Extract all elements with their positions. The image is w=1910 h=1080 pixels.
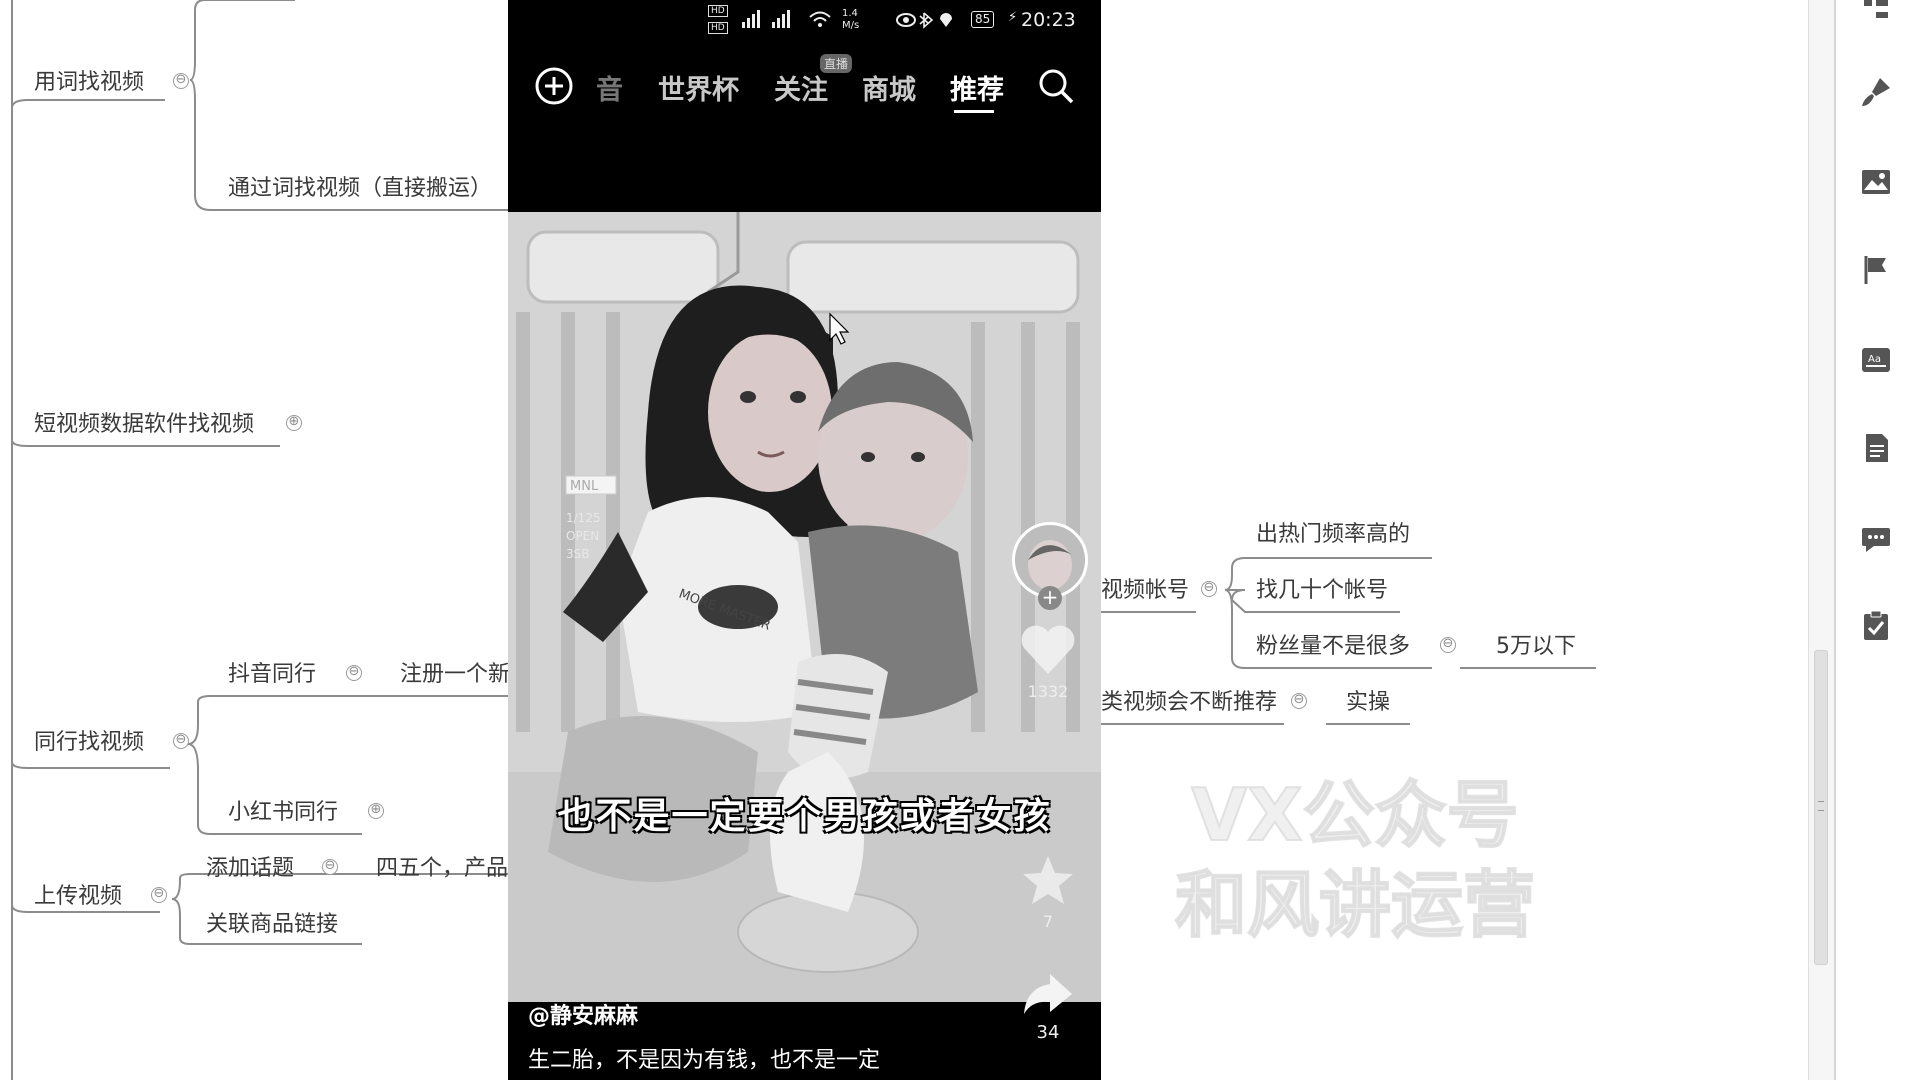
tab-worldcup[interactable]: 世界杯 bbox=[658, 68, 739, 107]
video-label-3: 3SB bbox=[566, 547, 589, 561]
image-icon[interactable] bbox=[1860, 166, 1892, 198]
node-four-five[interactable]: 四五个，产品 bbox=[376, 856, 508, 882]
comment-icon[interactable] bbox=[1860, 522, 1892, 554]
status-icons bbox=[896, 12, 952, 29]
video-label-2: OPEN bbox=[566, 529, 599, 543]
note-icon[interactable] bbox=[1860, 432, 1892, 464]
star-icon[interactable] bbox=[1020, 852, 1076, 908]
video-label-mnl: MNL bbox=[570, 479, 599, 494]
live-badge: 直播 bbox=[820, 54, 853, 73]
tab-partial[interactable]: 音 bbox=[596, 68, 623, 107]
node-peer-find[interactable]: 同行找视频 bbox=[34, 730, 144, 756]
node-practice[interactable]: 实操 bbox=[1346, 690, 1390, 716]
expand-toggle[interactable]: ⊕ bbox=[368, 803, 384, 819]
collapse-toggle[interactable]: ⊖ bbox=[173, 733, 189, 749]
node-hot-frequency[interactable]: 出热门频率高的 bbox=[1256, 522, 1410, 548]
collapse-toggle[interactable]: ⊖ bbox=[1201, 581, 1217, 597]
right-toolbar: Aa bbox=[1834, 0, 1910, 1080]
net-speed: 1.4 M/s bbox=[842, 8, 860, 31]
video-subtitle: 也不是一定要个男孩或者女孩 bbox=[557, 795, 1052, 837]
search-icon[interactable] bbox=[1036, 66, 1076, 106]
video-frame: MORE MASTER MNL 1/125 OPEN 3SB bbox=[508, 212, 1101, 1002]
add-icon[interactable] bbox=[534, 66, 574, 106]
active-tab-indicator bbox=[954, 110, 994, 113]
node-find-ten-accounts[interactable]: 找几十个帐号 bbox=[1256, 578, 1388, 604]
share-icon[interactable] bbox=[1020, 970, 1076, 1018]
node-xiaohongshu-peer[interactable]: 小红书同行 bbox=[228, 800, 338, 826]
node-under-50k[interactable]: 5万以下 bbox=[1496, 634, 1576, 660]
hd-badge: HD bbox=[708, 5, 728, 17]
vertical-scrollbar[interactable] bbox=[1808, 0, 1834, 1080]
node-register-new[interactable]: 注册一个新 bbox=[400, 662, 510, 688]
task-icon[interactable] bbox=[1860, 610, 1892, 642]
node-find-by-keyword[interactable]: 用词找视频 bbox=[34, 70, 144, 96]
charging-icon: ⚡ bbox=[1008, 10, 1018, 25]
brush-icon[interactable] bbox=[1860, 76, 1892, 108]
collapse-toggle[interactable]: ⊖ bbox=[1440, 637, 1456, 653]
top-nav: 音 世界杯 关注 直播 商城 推荐 bbox=[508, 54, 1101, 114]
like-count: 1332 bbox=[1027, 682, 1069, 701]
watermark-line1: VX公众号 bbox=[1190, 772, 1519, 858]
node-via-keyword-repost[interactable]: 通过词找视频（直接搬运） bbox=[228, 176, 492, 202]
collapse-toggle[interactable]: ⊖ bbox=[346, 665, 362, 681]
signal-icon bbox=[742, 10, 790, 28]
node-add-topic[interactable]: 添加话题 bbox=[206, 856, 294, 882]
node-fans-not-many[interactable]: 粉丝量不是很多 bbox=[1256, 634, 1410, 660]
author-name[interactable]: @静安麻麻 bbox=[528, 998, 638, 1030]
collect-count: 7 bbox=[1042, 912, 1054, 931]
follow-plus-icon[interactable]: + bbox=[1038, 586, 1062, 610]
expand-toggle[interactable]: ⊕ bbox=[286, 415, 302, 431]
phone-screen[interactable]: HD HD 1.4 M/s 85 ⚡ 20:23 音 世界杯 关注 直播 商城 … bbox=[508, 0, 1101, 1080]
status-bar: HD HD 1.4 M/s 85 ⚡ 20:23 bbox=[508, 0, 1101, 44]
tab-mall[interactable]: 商城 bbox=[862, 68, 916, 107]
outline-icon[interactable] bbox=[1860, 0, 1892, 30]
clock: 20:23 bbox=[1021, 9, 1076, 31]
tab-recommend[interactable]: 推荐 bbox=[950, 68, 1004, 107]
node-upload-video[interactable]: 上传视频 bbox=[34, 884, 122, 910]
watermark-line2: 和风讲运营 bbox=[1174, 862, 1536, 948]
collapse-toggle[interactable]: ⊖ bbox=[151, 887, 167, 903]
grip-icon bbox=[1818, 801, 1824, 811]
wifi-icon bbox=[809, 11, 831, 27]
scroll-thumb[interactable] bbox=[1814, 650, 1828, 965]
video-player[interactable]: MORE MASTER MNL 1/125 OPEN 3SB + 1332 7 … bbox=[508, 212, 1101, 1002]
share-count: 34 bbox=[1036, 1022, 1060, 1043]
flag-icon[interactable] bbox=[1860, 254, 1892, 286]
battery-indicator: 85 bbox=[971, 11, 995, 28]
node-video-account[interactable]: 视频帐号 bbox=[1101, 578, 1189, 604]
node-keep-recommending[interactable]: 类视频会不断推荐 bbox=[1101, 690, 1277, 716]
video-caption: 生二胎，不是因为有钱，也不是一定 bbox=[528, 1048, 881, 1073]
text-style-icon[interactable]: Aa bbox=[1860, 344, 1892, 376]
node-short-video-software[interactable]: 短视频数据软件找视频 bbox=[34, 412, 254, 438]
collapse-toggle[interactable]: ⊖ bbox=[173, 73, 189, 89]
svg-text:Aa: Aa bbox=[1868, 354, 1881, 365]
watermark: VX公众号 和风讲运营 bbox=[1155, 770, 1555, 950]
collapse-toggle[interactable]: ⊖ bbox=[322, 859, 338, 875]
tab-follow[interactable]: 关注 bbox=[774, 68, 828, 107]
node-douyin-peer[interactable]: 抖音同行 bbox=[228, 662, 316, 688]
video-label-1: 1/125 bbox=[566, 511, 601, 525]
like-icon[interactable] bbox=[1018, 622, 1078, 678]
node-link-product[interactable]: 关联商品链接 bbox=[206, 912, 338, 938]
hd-badge: HD bbox=[708, 22, 728, 34]
collapse-toggle[interactable]: ⊖ bbox=[1291, 693, 1307, 709]
